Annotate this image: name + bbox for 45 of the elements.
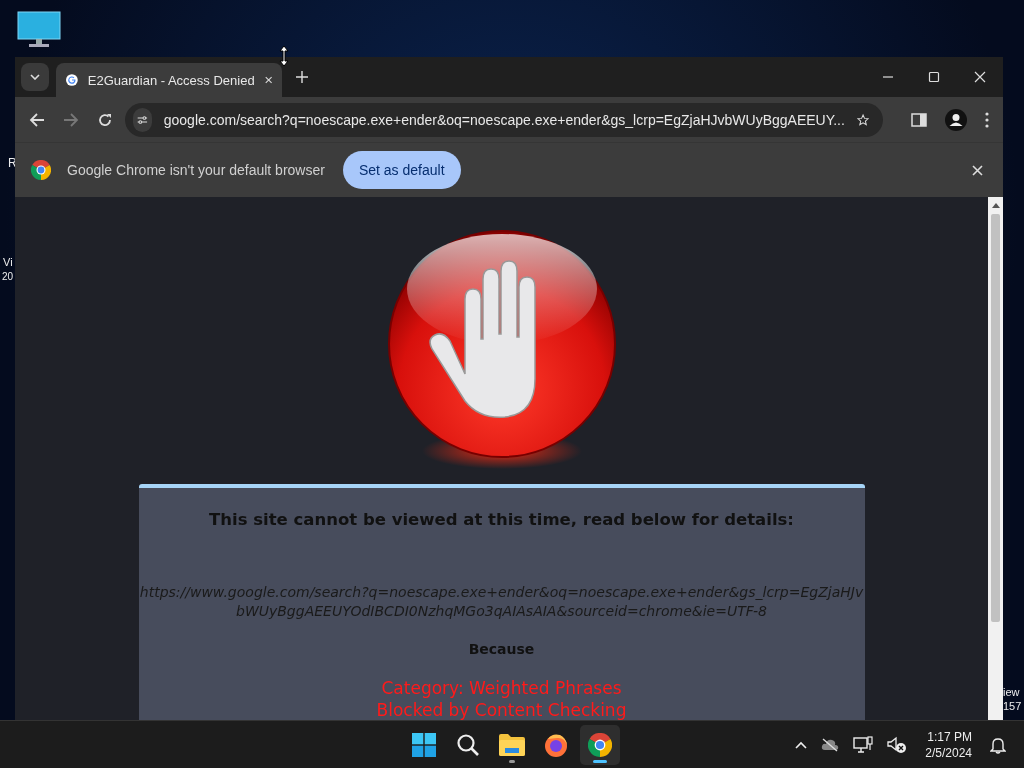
browser-tab[interactable]: E2Guardian - Access Denied — [56, 63, 282, 97]
close-icon[interactable] — [264, 75, 272, 85]
back-arrow-icon[interactable] — [29, 111, 45, 128]
tab-search-button[interactable] — [21, 63, 49, 91]
profile-icon[interactable] — [945, 108, 967, 131]
cloud-off-icon[interactable] — [821, 737, 840, 752]
block-heading: This site cannot be viewed at this time, read below for details: — [208, 510, 795, 529]
taskbar-app-button[interactable] — [580, 724, 620, 765]
speaker-muted-icon[interactable] — [887, 735, 908, 754]
windows-logo-icon — [412, 732, 436, 757]
address-bar[interactable]: google.com/search?q=noescape.exe+ender&oq=noescape.exe+ender&gs_lcrp=EgZjaHJvbWUyBggAEEUY... — [125, 102, 883, 137]
firefox-logo-icon — [544, 732, 568, 757]
google-logo-icon — [66, 72, 78, 88]
side-panel-icon[interactable] — [911, 111, 927, 128]
desktop-icon-label: 157 — [1003, 699, 1022, 713]
scroll-up-icon[interactable] — [991, 202, 1000, 208]
block-reason: Blocked by Content Checking — [375, 699, 628, 720]
maximize-icon[interactable] — [928, 71, 940, 83]
blocked-url: https://www.google.com/search?q=noescape.exe+ender&oq=noescape.exe+ender&gs_lcrp=EgZjaHJvbWUyBggAEEUYOdIBCDI0NzhqMGo3qAIAsAIA&sourceid=chrome&ie=UTF-8 — [138, 583, 865, 621]
reload-icon[interactable] — [97, 111, 113, 128]
chevron-down-icon — [30, 74, 40, 80]
close-icon[interactable] — [974, 71, 986, 83]
set-default-button[interactable]: Set as default — [342, 151, 461, 189]
folder-icon — [499, 733, 525, 756]
infobar-message: Google Chrome isn't your default browser — [67, 162, 325, 178]
bell-icon[interactable] — [990, 735, 1006, 754]
desktop-icon-label: Vi — [3, 255, 13, 269]
more-menu-icon[interactable] — [985, 111, 989, 128]
resize-cursor-icon — [279, 45, 289, 67]
site-settings-icon[interactable] — [133, 107, 152, 132]
network-icon[interactable] — [853, 735, 874, 754]
new-tab-icon[interactable] — [296, 71, 308, 83]
close-icon[interactable] — [972, 164, 983, 176]
desktop-icon-label: iew — [1003, 685, 1021, 699]
scrollbar[interactable] — [988, 197, 1003, 720]
chevron-up-icon[interactable] — [795, 740, 808, 749]
scrollbar-thumb[interactable] — [991, 214, 1000, 622]
chrome-logo-icon — [588, 732, 612, 757]
search-icon — [456, 732, 480, 757]
clock[interactable]: 1:17 PM 2/5/2024 — [925, 728, 972, 761]
chrome-logo-icon — [31, 160, 51, 180]
because-label: Because — [467, 641, 536, 657]
desktop-icon-label: 20 — [2, 270, 14, 284]
block-reason: Category: Weighted Phrases — [380, 677, 623, 699]
monitor-icon[interactable] — [17, 11, 61, 49]
